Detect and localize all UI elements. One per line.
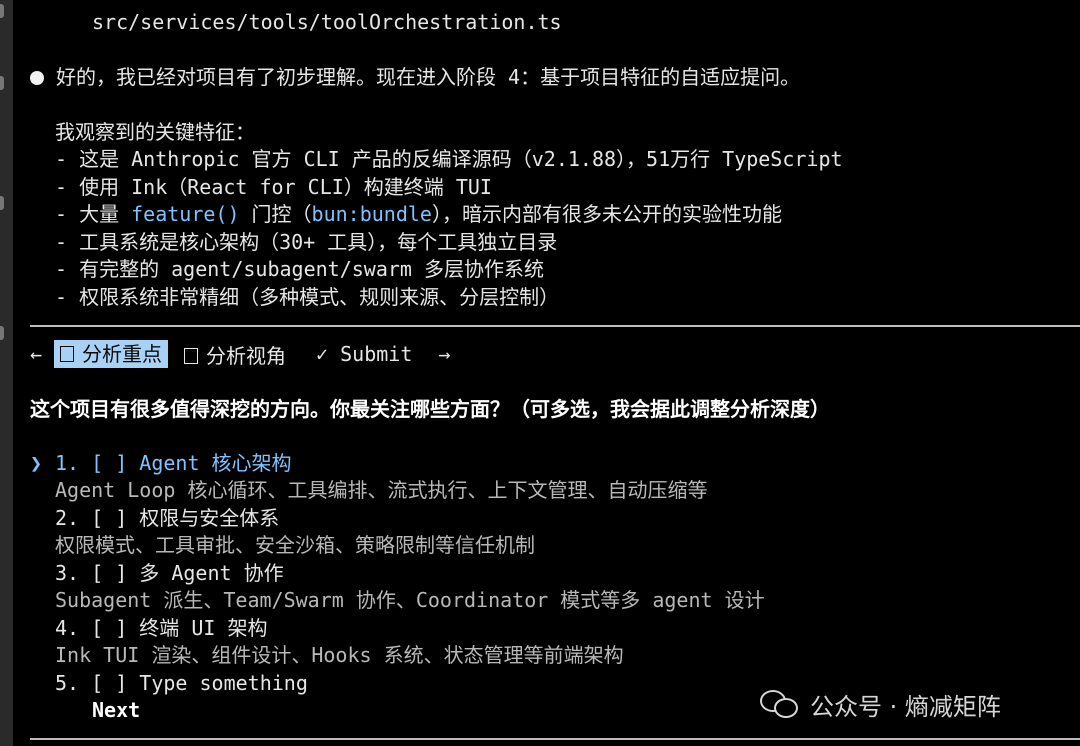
divider — [30, 738, 1080, 740]
code-span: feature() — [131, 202, 240, 226]
tab-label: 分析重点 — [82, 342, 163, 366]
option-1-description: Agent Loop 核心循环、工具编排、流式执行、上下文管理、自动压缩等 — [55, 478, 708, 502]
next-button[interactable]: Next — [92, 697, 140, 724]
option-4-description: Ink TUI 渲染、组件设计、Hooks 系统、状态管理等前端架构 — [55, 643, 624, 667]
edge-marker — [0, 326, 4, 340]
option-1[interactable]: 1. [ ] Agent 核心架构 — [55, 450, 292, 477]
option-4[interactable]: 4. [ ] 终端 UI 架构 — [55, 615, 267, 642]
feature-item: - 有完整的 agent/subagent/swarm 多层协作系统 — [55, 257, 544, 281]
file-path: src/services/tools/toolOrchestration.ts — [92, 10, 562, 34]
edge-marker — [0, 196, 4, 210]
feature-item: - 这是 Anthropic 官方 CLI 产品的反编译源码（v2.1.88），… — [55, 147, 843, 171]
feature-item: - 使用 Ink（React for CLI）构建终端 TUI — [55, 175, 492, 199]
watermark-text: 公众号 · 熵减矩阵 — [810, 692, 1001, 721]
tab-label: 分析视角 — [206, 343, 287, 368]
intro-text: 好的，我已经对项目有了初步理解。现在进入阶段 4：基于项目特征的自适应提问。 — [56, 65, 801, 89]
question-text: 这个项目有很多值得深挖的方向。你最关注哪些方面？（可多选，我会据此调整分析深度） — [30, 397, 830, 421]
option-2-description: 权限模式、工具审批、安全沙箱、策略限制等信任机制 — [55, 533, 535, 557]
feature-text: - 大量 — [55, 202, 132, 226]
left-arrow-icon[interactable]: ← — [30, 342, 42, 366]
feature-item: - 权限系统非常精细（多种模式、规则来源、分层控制） — [55, 285, 560, 309]
assistant-message-intro: 好的，我已经对项目有了初步理解。现在进入阶段 4：基于项目特征的自适应提问。 — [30, 64, 800, 91]
watermark: 公众号 · 熵减矩阵 — [760, 684, 1001, 724]
cursor-icon: ❯ — [30, 451, 43, 475]
feature-text: ），暗示内部有很多未公开的实验性功能 — [431, 202, 782, 226]
option-3-description: Subagent 派生、Team/Swarm 协作、Coordinator 模式… — [55, 588, 765, 612]
option-5-label: 5. [ ] Type something — [55, 671, 308, 695]
checkbox-icon — [60, 346, 75, 362]
features-title: 我观察到的关键特征： — [55, 120, 255, 144]
edge-marker — [0, 76, 4, 90]
tab-analysis-perspective[interactable]: 分析视角 — [180, 340, 290, 369]
tab-analysis-focus[interactable]: 分析重点 — [54, 340, 169, 368]
tab-submit[interactable]: ✓ Submit — [312, 342, 416, 366]
code-span: bun:bundle — [311, 202, 432, 226]
option-2[interactable]: 2. [ ] 权限与安全体系 — [55, 505, 279, 532]
feature-item: - 大量 feature() 门控（bun:bundle），暗示内部有很多未公开… — [55, 201, 782, 228]
left-window-edge — [0, 0, 13, 746]
bullet-dot-icon — [30, 71, 44, 85]
question-tab-bar: ← 分析重点 分析视角 ✓ Submit → — [30, 339, 450, 369]
edge-marker — [0, 4, 4, 18]
checkbox-icon — [184, 347, 199, 364]
right-arrow-icon[interactable]: → — [438, 342, 450, 366]
divider — [30, 325, 1080, 327]
option-3[interactable]: 3. [ ] 多 Agent 协作 — [55, 560, 284, 587]
feature-item: - 工具系统是核心架构（30+ 工具），每个工具独立目录 — [55, 230, 558, 254]
wechat-icon — [760, 688, 800, 720]
option-5-type-something[interactable]: 5. [ ] Type something — [55, 670, 308, 697]
feature-text: 门控（ — [239, 202, 312, 226]
